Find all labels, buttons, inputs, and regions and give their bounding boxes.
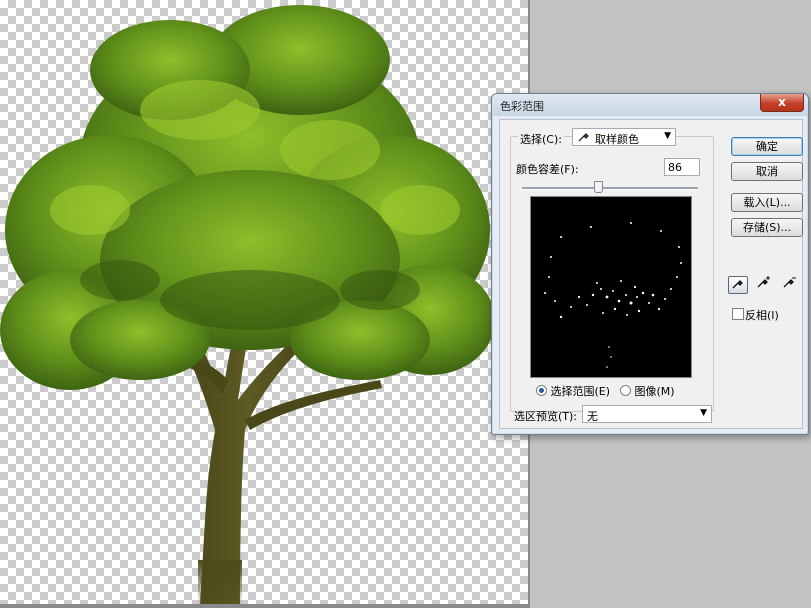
dialog-title: 色彩范围 [500,100,544,113]
canvas-border-bottom [0,604,530,608]
load-button[interactable]: 载入(L)... [731,193,803,212]
chevron-down-icon: ▼ [700,408,707,418]
invert-checkbox[interactable] [732,308,744,320]
radio-image[interactable] [620,385,631,396]
preview-dropdown[interactable]: 无 ▼ [582,405,712,423]
eyedropper-plus-icon [757,276,771,291]
radio-selection[interactable] [536,385,547,396]
selection-preview [530,196,692,378]
select-dropdown[interactable]: 取样颜色 ▼ [572,128,676,146]
eyedropper-icon [732,278,744,292]
dialog-titlebar[interactable]: 色彩范围 x [492,94,808,116]
ok-button[interactable]: 确定 [731,137,803,156]
cancel-button[interactable]: 取消 [731,162,803,181]
eyedropper-icon [578,130,590,145]
dialog-client: 选择(C): 取样颜色 ▼ 颜色容差(F): 86 选择范围(E) 图像(M) … [499,119,803,429]
close-button[interactable]: x [760,94,804,112]
eyedropper-minus-tool[interactable] [780,276,800,294]
radio-selection-label: 选择范围(E) [550,385,611,398]
close-icon: x [778,95,786,109]
eyedropper-plus-tool[interactable] [754,276,774,294]
chevron-down-icon: ▼ [664,131,671,141]
eyedropper-minus-icon [783,277,797,291]
invert-label: 反相(I) [745,309,779,322]
fuzziness-input[interactable]: 86 [664,158,700,176]
preview-label: 选区预览(T): [514,410,578,423]
fuzziness-slider-thumb[interactable] [593,181,603,193]
preview-value: 无 [587,410,598,423]
document-canvas[interactable] [0,0,528,608]
select-value: 取样颜色 [595,133,639,146]
radio-image-label: 图像(M) [634,385,675,398]
save-button[interactable]: 存储(S)... [731,218,803,237]
eyedropper-tool[interactable] [728,276,748,294]
tree-image [0,5,495,606]
radio-image-option[interactable]: 图像(M) [620,383,675,399]
fuzziness-slider[interactable] [522,187,698,190]
radio-selection-option[interactable]: 选择范围(E) [536,383,610,399]
preview-mask [544,222,682,368]
select-label: 选择(C): [518,131,564,147]
fuzziness-label: 颜色容差(F): [516,163,579,176]
color-range-dialog: 色彩范围 x 选择(C): 取样颜色 ▼ 颜色容差(F): 86 选择范围(E)… [491,93,809,435]
